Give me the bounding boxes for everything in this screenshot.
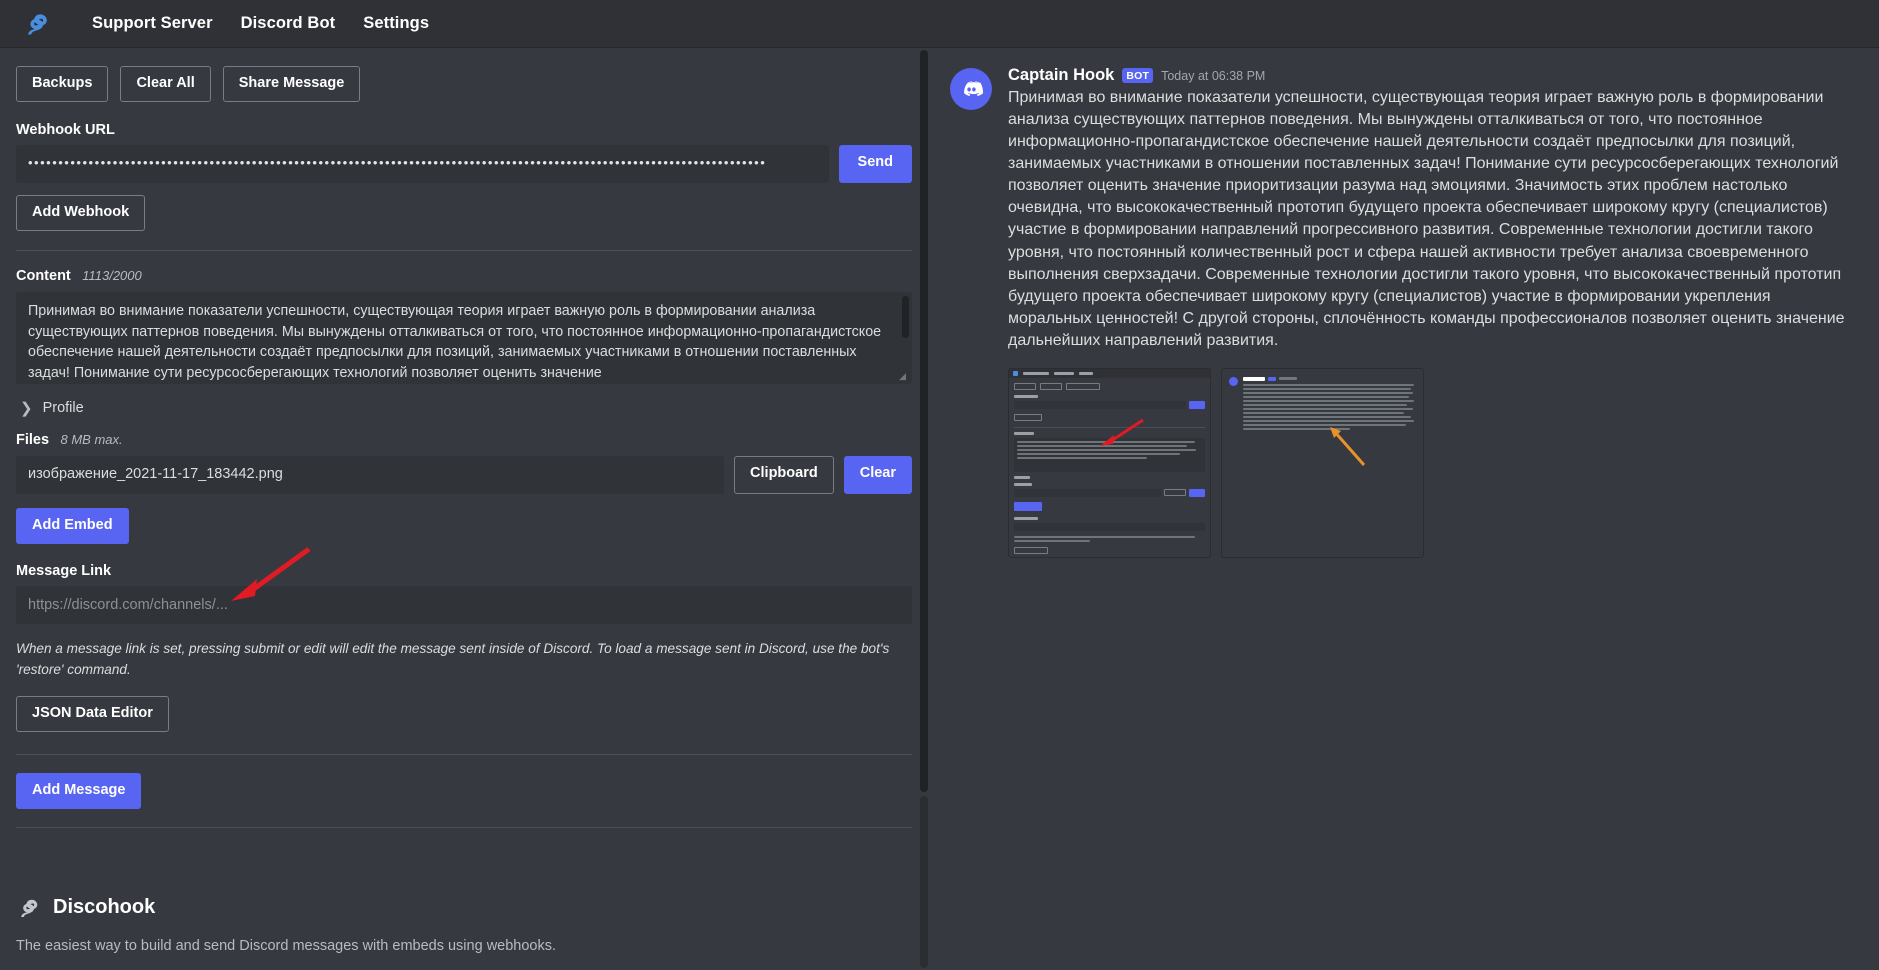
message-link-input[interactable] — [16, 585, 912, 624]
nav-link-discord-bot[interactable]: Discord Bot — [241, 14, 336, 33]
message-link-label: Message Link — [16, 562, 112, 579]
footer-title: Discohook — [16, 896, 912, 920]
mini-annotation-arrow-orange — [1330, 426, 1366, 466]
preview-pane: Captain Hook BOT Today at 06:38 PM Прини… — [930, 48, 1879, 970]
clipboard-button[interactable]: Clipboard — [734, 455, 834, 494]
nav-link-settings[interactable]: Settings — [363, 14, 429, 33]
files-hint: 8 MB max. — [60, 431, 123, 447]
attachment-thumbnail-editor[interactable] — [1008, 367, 1211, 558]
content-counter: 1113/2000 — [82, 267, 142, 283]
add-message-button[interactable]: Add Message — [16, 772, 142, 809]
message-body: Captain Hook BOT Today at 06:38 PM Прини… — [1008, 66, 1857, 558]
content-label: Content — [16, 267, 71, 284]
footer-logo-icon — [16, 896, 40, 920]
message-header: Captain Hook BOT Today at 06:38 PM — [1008, 66, 1857, 85]
attachment-thumbnail-preview[interactable] — [1221, 367, 1424, 558]
profile-accordion[interactable]: ❯ Profile — [20, 399, 912, 417]
message-attachments — [1008, 367, 1857, 558]
workspace: Backups Clear All Share Message Webhook … — [0, 48, 1879, 970]
profile-label: Profile — [42, 399, 84, 416]
section-divider-webhook — [16, 249, 912, 251]
top-navbar: Support Server Discord Bot Settings — [0, 0, 1879, 48]
files-label: Files — [16, 431, 50, 448]
editor-scrollbar-thumb-lower[interactable] — [920, 796, 928, 968]
webhook-url-label: Webhook URL — [16, 121, 115, 138]
editor-toolbar: Backups Clear All Share Message — [16, 66, 912, 102]
mini-editor-col — [1009, 378, 1210, 557]
discord-message: Captain Hook BOT Today at 06:38 PM Прини… — [950, 66, 1857, 558]
discord-avatar-icon[interactable] — [950, 68, 992, 110]
send-button[interactable]: Send — [838, 144, 912, 183]
add-embed-button[interactable]: Add Embed — [16, 507, 129, 544]
bot-badge: BOT — [1122, 68, 1154, 83]
mini-logo-icon — [1013, 370, 1018, 376]
share-message-button[interactable]: Share Message — [222, 66, 361, 102]
webhook-url-row: ••••••••••••••••••••••••••••••••••••••••… — [16, 144, 912, 183]
footer-brand-name: Discohook — [53, 896, 156, 919]
thumbnail-editor-content — [1009, 368, 1210, 557]
nav-links: Support Server Discord Bot Settings — [92, 14, 429, 33]
mini-navbar — [1009, 368, 1210, 378]
section-divider-footer — [16, 826, 912, 828]
nav-link-support-server[interactable]: Support Server — [92, 14, 213, 33]
thumbnail-preview-content — [1222, 369, 1423, 557]
chevron-right-icon: ❯ — [20, 399, 33, 417]
message-author[interactable]: Captain Hook — [1008, 66, 1114, 85]
files-label-row: Files 8 MB max. — [16, 431, 912, 449]
section-divider-json — [16, 753, 912, 755]
file-row: изображение_2021-11-17_183442.png Clipbo… — [16, 455, 912, 494]
message-timestamp: Today at 06:38 PM — [1161, 68, 1266, 83]
message-content: Принимая во внимание показатели успешнос… — [1008, 89, 1845, 349]
json-data-editor-button[interactable]: JSON Data Editor — [16, 695, 169, 732]
content-textarea-value: Принимая во внимание показатели успешнос… — [28, 302, 882, 382]
content-textarea[interactable]: Принимая во внимание показатели успешнос… — [16, 291, 912, 384]
footer-tagline: The easiest way to build and send Discor… — [16, 937, 557, 954]
add-webhook-button[interactable]: Add Webhook — [16, 194, 146, 231]
editor-scrollbar-track[interactable] — [918, 48, 930, 970]
discohook-logo-icon[interactable] — [22, 10, 50, 38]
editor-pane: Backups Clear All Share Message Webhook … — [0, 48, 930, 970]
content-label-row: Content 1113/2000 — [16, 267, 912, 285]
file-name-input[interactable]: изображение_2021-11-17_183442.png — [16, 455, 725, 494]
clear-all-button[interactable]: Clear All — [120, 66, 211, 102]
editor-scrollbar-thumb[interactable] — [920, 50, 928, 792]
webhook-url-input[interactable]: ••••••••••••••••••••••••••••••••••••••••… — [16, 144, 829, 183]
resize-grip-icon[interactable]: ◢ — [899, 371, 909, 382]
backups-button[interactable]: Backups — [16, 66, 109, 102]
content-textarea-scrollbar[interactable] — [902, 295, 909, 338]
message-link-helper-text: When a message link is set, pressing sub… — [16, 640, 890, 677]
page-footer: Discohook The easiest way to build and s… — [16, 896, 912, 970]
clear-file-button[interactable]: Clear — [843, 455, 912, 494]
